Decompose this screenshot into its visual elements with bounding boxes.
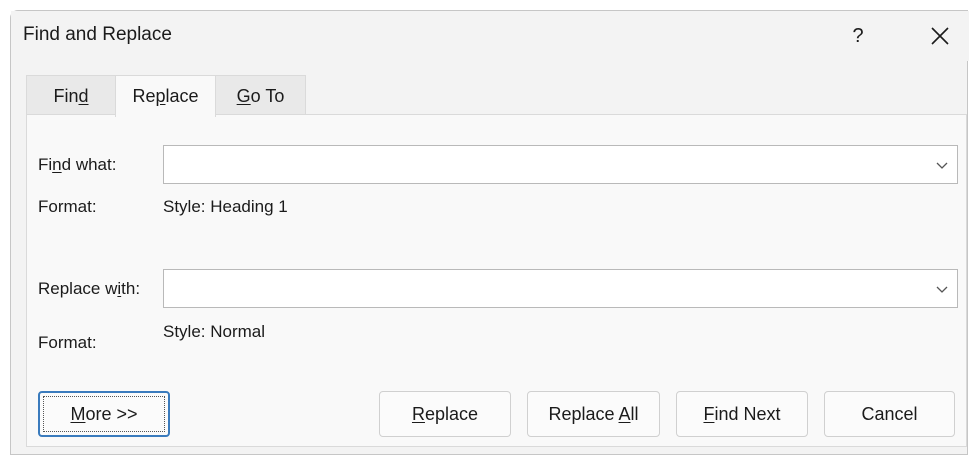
- tab-go-to[interactable]: Go To: [215, 75, 306, 115]
- find-format-value: Style: Heading 1: [163, 197, 288, 216]
- help-button[interactable]: ?: [833, 15, 883, 57]
- replace-format-value: Style: Normal: [163, 322, 266, 341]
- chevron-down-icon[interactable]: [935, 283, 949, 295]
- replace-with-label: Replace with:: [38, 279, 141, 298]
- find-format-label: Format:: [38, 197, 97, 216]
- replace-button[interactable]: Replace: [379, 391, 511, 437]
- replace-panel: Find what: Format: Style: Heading 1 Repl…: [26, 114, 967, 447]
- focus-rectangle: [43, 396, 165, 432]
- find-what-input[interactable]: [164, 146, 923, 183]
- title-bar: Find and Replace ?: [11, 11, 969, 61]
- find-what-combobox[interactable]: [163, 145, 958, 184]
- replace-with-combobox[interactable]: [163, 269, 958, 308]
- chevron-down-icon[interactable]: [935, 159, 949, 171]
- replace-all-button[interactable]: Replace All: [527, 391, 660, 437]
- dialog-title: Find and Replace: [23, 24, 172, 45]
- find-next-button[interactable]: Find Next: [676, 391, 808, 437]
- close-icon: [931, 27, 949, 45]
- replace-with-input[interactable]: [164, 270, 923, 307]
- tab-replace[interactable]: Replace: [115, 75, 216, 117]
- replace-format-label: Format:: [38, 333, 97, 352]
- close-button[interactable]: [911, 15, 967, 57]
- find-what-label: Find what:: [38, 155, 117, 174]
- more-button[interactable]: More >>: [38, 391, 170, 437]
- tab-find[interactable]: Find: [26, 75, 116, 115]
- cancel-button[interactable]: Cancel: [824, 391, 955, 437]
- find-replace-dialog: Find and Replace ? Find Replace Go To Fi…: [10, 10, 969, 455]
